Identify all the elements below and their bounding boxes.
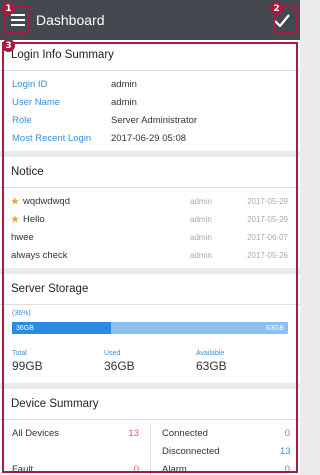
callout-box-content bbox=[2, 42, 298, 473]
app-bar: Dashboard bbox=[0, 0, 300, 40]
page-title: Dashboard bbox=[36, 12, 105, 28]
callout-number-1: 1 bbox=[2, 2, 15, 15]
callout-number-3: 3 bbox=[2, 39, 15, 52]
callout-number-2: 2 bbox=[270, 2, 283, 15]
